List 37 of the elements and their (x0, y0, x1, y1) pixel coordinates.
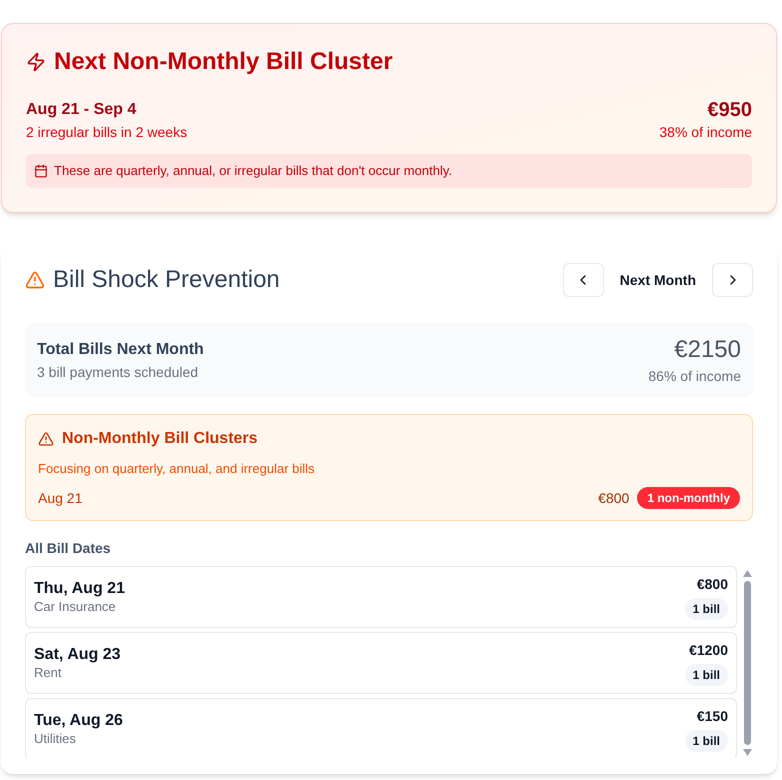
cluster-amount: €950 (708, 98, 752, 122)
bill-count-badge: 1 bill (684, 598, 728, 620)
bill-name: Utilities (34, 731, 77, 747)
total-detail: 3 bill payments scheduled (37, 363, 200, 382)
period-label: Next Month (618, 271, 697, 290)
scroll-up-icon[interactable] (742, 570, 752, 577)
bill-amount: €150 (696, 707, 728, 726)
date-range: Aug 21 - Sep 4 (26, 100, 138, 120)
bill-date: Sat, Aug 23 (34, 645, 121, 665)
bill-name: Car Insurance (34, 599, 117, 615)
cluster-summary: 2 irregular bills in 2 weeks (26, 123, 188, 142)
card-title: Next Non-Monthly Bill Cluster (54, 47, 393, 77)
note-text: These are quarterly, annual, or irregular bills that don't occur monthly. (54, 162, 452, 180)
bill-amount: €800 (696, 575, 728, 594)
warning-icon (25, 270, 45, 290)
bill-date: Thu, Aug 21 (34, 579, 125, 599)
cluster-date: Aug 21 (38, 489, 82, 508)
cluster-item-amount: €800 (598, 489, 630, 508)
bill-count-badge: 1 bill (684, 664, 728, 686)
total-amount: €2150 (674, 335, 741, 365)
total-label: Total Bills Next Month (37, 340, 204, 360)
section-title: Bill Shock Prevention (53, 265, 280, 295)
total-income-share: 86% of income (648, 367, 741, 386)
bill-count-badge: 1 bill (684, 730, 728, 752)
scroll-down-icon[interactable] (742, 749, 752, 756)
non-monthly-badge: 1 non-monthly (637, 487, 740, 509)
bill-date: Tue, Aug 26 (34, 711, 123, 731)
calendar-icon (34, 164, 48, 178)
bill-amount: €1200 (689, 641, 728, 660)
clusters-title: Non-Monthly Bill Clusters (62, 429, 258, 449)
clusters-description: Focusing on quarterly, annual, and irregular bills (38, 460, 316, 478)
lightning-icon (26, 52, 46, 72)
warning-icon (38, 431, 54, 447)
scrollbar-thumb[interactable] (744, 581, 750, 745)
bill-name: Rent (34, 665, 62, 681)
income-share: 38% of income (659, 123, 752, 142)
list-title: All Bill Dates (25, 539, 112, 558)
